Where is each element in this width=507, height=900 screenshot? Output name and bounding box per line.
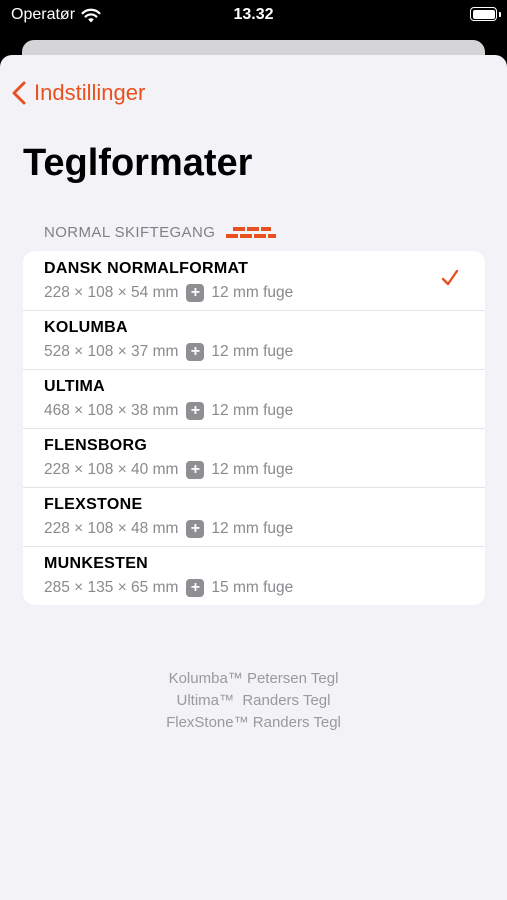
footer-line-kolumba: Kolumba™ Petersen Tegl	[168, 670, 339, 687]
plus-icon: +	[186, 402, 205, 420]
format-joint: 12 mm fuge	[211, 461, 294, 478]
format-dimensions: 468 × 108 × 38 mm + 12 mm fuge	[44, 402, 293, 420]
plus-icon: +	[186, 461, 205, 479]
page-title: Teglformater	[23, 142, 253, 184]
trademark-footer: Kolumba™ Petersen Tegl Ultima™ Randers T…	[0, 668, 507, 734]
format-size: 228 × 108 × 48 mm	[44, 520, 179, 537]
battery-icon	[470, 7, 497, 21]
format-size: 228 × 108 × 54 mm	[44, 284, 179, 301]
section-header: NORMAL SKIFTEGANG	[44, 224, 277, 241]
format-name: KOLUMBA	[44, 319, 128, 336]
footer-line-flexstone: FlexStone™ Randers Tegl	[166, 714, 341, 731]
chevron-left-icon	[12, 81, 26, 105]
format-row-munkesten[interactable]: MUNKESTEN 285 × 135 × 65 mm + 15 mm fuge	[23, 546, 485, 605]
format-row-ultima[interactable]: ULTIMA 468 × 108 × 38 mm + 12 mm fuge	[23, 369, 485, 428]
format-size: 528 × 108 × 37 mm	[44, 343, 179, 360]
format-dimensions: 528 × 108 × 37 mm + 12 mm fuge	[44, 343, 293, 361]
plus-icon: +	[186, 343, 205, 361]
format-row-kolumba[interactable]: KOLUMBA 528 × 108 × 37 mm + 12 mm fuge	[23, 310, 485, 369]
format-dimensions: 228 × 108 × 40 mm + 12 mm fuge	[44, 461, 293, 479]
format-dimensions: 228 × 108 × 54 mm + 12 mm fuge	[44, 284, 293, 302]
format-size: 468 × 108 × 38 mm	[44, 402, 179, 419]
format-size: 285 × 135 × 65 mm	[44, 579, 179, 596]
format-name: ULTIMA	[44, 378, 106, 395]
format-list: DANSK NORMALFORMAT 228 × 108 × 54 mm + 1…	[23, 251, 485, 605]
battery-tip	[499, 12, 501, 17]
format-name: FLENSBORG	[44, 437, 148, 454]
brick-icon	[226, 226, 277, 238]
format-name: MUNKESTEN	[44, 555, 149, 572]
plus-icon: +	[186, 520, 205, 538]
plus-icon: +	[186, 284, 205, 302]
format-dimensions: 228 × 108 × 48 mm + 12 mm fuge	[44, 520, 293, 538]
footer-line-ultima: Ultima™ Randers Tegl	[176, 692, 331, 709]
format-name: DANSK NORMALFORMAT	[44, 260, 249, 277]
format-name: FLEXSTONE	[44, 496, 143, 513]
plus-icon: +	[186, 579, 205, 597]
settings-sheet: Indstillinger Teglformater NORMAL SKIFTE…	[0, 55, 507, 900]
format-dimensions: 285 × 135 × 65 mm + 15 mm fuge	[44, 579, 293, 597]
back-label: Indstillinger	[34, 80, 146, 105]
format-row-flexstone[interactable]: FLEXSTONE 228 × 108 × 48 mm + 12 mm fuge	[23, 487, 485, 546]
format-joint: 12 mm fuge	[211, 520, 294, 537]
format-joint: 15 mm fuge	[211, 579, 294, 596]
format-joint: 12 mm fuge	[211, 343, 294, 360]
section-header-label: NORMAL SKIFTEGANG	[44, 224, 216, 241]
format-row-flensborg[interactable]: FLENSBORG 228 × 108 × 40 mm + 12 mm fuge	[23, 428, 485, 487]
format-size: 228 × 108 × 40 mm	[44, 461, 179, 478]
format-row-dansk-normalformat[interactable]: DANSK NORMALFORMAT 228 × 108 × 54 mm + 1…	[23, 251, 485, 310]
checkmark-icon	[441, 269, 459, 286]
status-bar: Operatør 13.32	[0, 0, 507, 32]
format-joint: 12 mm fuge	[211, 402, 294, 419]
status-time: 13.32	[233, 6, 274, 23]
back-button[interactable]: Indstillinger	[12, 80, 145, 106]
format-joint: 12 mm fuge	[211, 284, 294, 301]
